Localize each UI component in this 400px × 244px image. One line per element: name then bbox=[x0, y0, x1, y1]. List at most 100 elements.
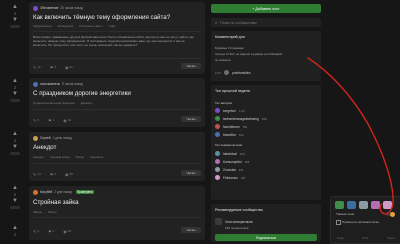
divider bbox=[33, 109, 201, 110]
tag[interactable]: Интерфейс bbox=[58, 24, 74, 28]
search-input[interactable]: ⌕ Поиск по сообществам bbox=[211, 18, 321, 27]
tag[interactable]: Полезные сайты bbox=[79, 24, 102, 28]
post-author[interactable]: Кочубей bbox=[40, 190, 52, 194]
comments-pill[interactable] bbox=[10, 99, 20, 102]
theme-swatches bbox=[335, 201, 392, 209]
commenter-name: Kamunaphist bbox=[223, 159, 242, 164]
upvote-icon[interactable]: ▲ bbox=[5, 4, 25, 11]
comments-stat[interactable]: ✎ 12 bbox=[33, 65, 41, 70]
top-commenter-row[interactable]: Ideatidual 420 bbox=[215, 151, 245, 156]
upvote-icon[interactable]: ▲ bbox=[5, 225, 25, 232]
footer-item[interactable]: Тема bbox=[337, 236, 344, 240]
comments-stat[interactable]: ✎ 9 bbox=[33, 229, 39, 234]
read-button[interactable]: Читать bbox=[181, 63, 201, 69]
post-author[interactable]: пользователь bbox=[40, 82, 60, 86]
avatar[interactable] bbox=[215, 167, 220, 172]
views-count: 88 bbox=[69, 172, 73, 176]
top-author-row[interactable]: tantsenimanagestatmeng 998 bbox=[215, 116, 266, 121]
commenter-name: Zonorata bbox=[223, 167, 236, 172]
tag[interactable]: Оформление bbox=[33, 24, 52, 28]
subscribe-button[interactable]: Подписаться bbox=[215, 234, 317, 241]
vote-widget: ▲ 2 ▼ bbox=[5, 185, 25, 209]
post-footer: ✎ 9 ⚑ 0 ◉ 40 Читать bbox=[33, 227, 201, 234]
comment-icon: ✎ bbox=[33, 64, 37, 70]
comments-stat[interactable]: ✎ 6 bbox=[33, 118, 39, 123]
post-title[interactable]: Анекдот bbox=[33, 144, 56, 151]
tag[interactable]: Анекдот bbox=[33, 155, 44, 159]
comments-pill[interactable] bbox=[10, 25, 20, 28]
avatar[interactable] bbox=[215, 108, 220, 113]
comment-icon: ✎ bbox=[33, 171, 37, 177]
saves-stat[interactable]: ⚑ 3 bbox=[50, 65, 56, 70]
bookmark-icon: ⚑ bbox=[49, 64, 54, 70]
saves-stat[interactable]: ⚑ 1 bbox=[48, 118, 54, 123]
comments-stat[interactable]: ✎ 14 bbox=[33, 172, 41, 177]
avatar[interactable] bbox=[33, 5, 38, 11]
avatar[interactable] bbox=[224, 70, 230, 75]
tag[interactable]: Юмор bbox=[76, 155, 84, 159]
avatar[interactable] bbox=[215, 116, 220, 121]
tag[interactable]: Черный юмор bbox=[50, 155, 69, 159]
comments-pill[interactable] bbox=[10, 206, 20, 209]
downvote-icon[interactable]: ▼ bbox=[5, 91, 25, 98]
tag[interactable]: Зайцы bbox=[33, 210, 42, 214]
comment-user[interactable]: posttransitive bbox=[232, 71, 251, 75]
saves-stat[interactable]: ⚑ 2 bbox=[50, 172, 56, 177]
saves-stat[interactable]: ⚑ 0 bbox=[48, 229, 54, 234]
theme-swatch[interactable] bbox=[335, 201, 344, 209]
views-stat: ◉ 88 bbox=[65, 172, 73, 177]
top-author-row[interactable]: sergeivm 1.2K bbox=[215, 108, 245, 113]
avatar[interactable] bbox=[215, 151, 220, 156]
read-button[interactable]: Читать bbox=[181, 227, 201, 233]
avatar[interactable] bbox=[33, 135, 38, 141]
top-commenter-row[interactable]: Kamunaphist 388 bbox=[215, 159, 249, 164]
top-commenter-row[interactable]: Fellarcuun 287 bbox=[215, 175, 246, 180]
comments-count: 9 bbox=[37, 229, 40, 233]
vote-widget: ▲ 2 ▼ bbox=[5, 78, 25, 102]
avatar[interactable] bbox=[33, 81, 38, 87]
tag[interactable]: Смешное bbox=[90, 155, 103, 159]
tag[interactable]: Профессиональный праздник bbox=[33, 101, 75, 105]
footer-item[interactable]: Лента bbox=[387, 236, 395, 240]
upvote-icon[interactable]: ▲ bbox=[5, 131, 25, 138]
avatar[interactable] bbox=[215, 124, 220, 129]
post-title[interactable]: Как включить тёмную тему оформления сайт… bbox=[33, 14, 170, 21]
add-post-button[interactable]: + Добавить пост bbox=[211, 4, 321, 13]
read-button[interactable]: Читать bbox=[181, 116, 201, 122]
read-button[interactable]: Читать bbox=[181, 170, 201, 176]
upvote-icon[interactable]: ▲ bbox=[5, 185, 25, 192]
avatar[interactable] bbox=[215, 175, 220, 180]
tag[interactable]: Юмор bbox=[48, 210, 56, 214]
tag[interactable]: Гайд bbox=[109, 24, 116, 28]
post-title[interactable]: Стройная зайка bbox=[33, 199, 79, 206]
theme-swatch[interactable] bbox=[359, 201, 368, 209]
footer-item[interactable]: Пост bbox=[362, 236, 368, 240]
downvote-icon[interactable]: ▼ bbox=[5, 17, 25, 24]
downvote-icon[interactable]: ▼ bbox=[5, 198, 25, 205]
avatar[interactable] bbox=[215, 159, 220, 164]
theme-swatch[interactable] bbox=[371, 201, 380, 209]
comments-pill[interactable] bbox=[10, 152, 20, 155]
author-score: 612 bbox=[238, 132, 244, 137]
post-author[interactable]: Обновление bbox=[40, 6, 58, 10]
avatar[interactable] bbox=[215, 132, 220, 137]
community-logo-icon bbox=[215, 218, 222, 225]
downvote-icon[interactable]: ▼ bbox=[5, 144, 25, 151]
dark-theme-toggle[interactable] bbox=[386, 211, 395, 217]
post-title[interactable]: С праздником дорогие энергетики bbox=[33, 90, 131, 97]
comment-icon: ✎ bbox=[33, 228, 37, 234]
post-author[interactable]: Сергей bbox=[40, 136, 51, 140]
top-author-row[interactable]: Naruhiteam 780 bbox=[215, 124, 247, 129]
avatar[interactable] bbox=[33, 189, 38, 195]
theme-swatch[interactable] bbox=[383, 201, 392, 209]
upvote-icon[interactable]: ▲ bbox=[5, 78, 25, 85]
comment-line[interactable]: Муравьи Устраивают bbox=[215, 46, 244, 50]
auto-theme-checkbox[interactable] bbox=[336, 220, 341, 225]
vote-widget: ▲ 2 ▼ bbox=[5, 131, 25, 155]
community-row[interactable]: Лига кинокритиков bbox=[215, 218, 252, 225]
theme-swatch[interactable] bbox=[347, 201, 356, 209]
post-time: 2 дня назад bbox=[54, 190, 72, 194]
tag[interactable]: Декабрь bbox=[81, 101, 93, 105]
top-commenter-row[interactable]: Zonorata 301 bbox=[215, 167, 243, 172]
top-author-row[interactable]: beautifox 612 bbox=[215, 132, 244, 137]
